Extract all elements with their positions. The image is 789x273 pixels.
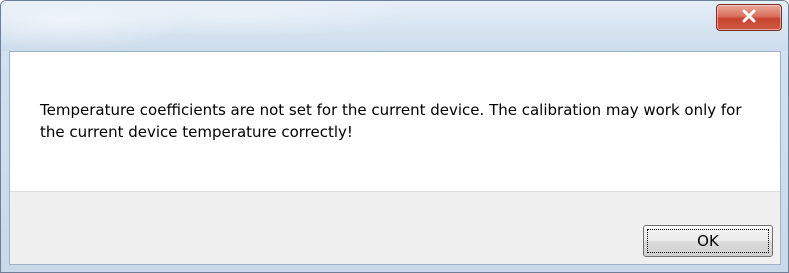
close-button[interactable] [716, 4, 782, 31]
ok-button-label: OK [647, 229, 769, 253]
button-area: OK [10, 191, 780, 264]
close-icon [741, 8, 757, 27]
message-area: Temperature coefficients are not set for… [10, 52, 780, 191]
message-dialog-window: Temperature coefficients are not set for… [0, 0, 789, 273]
dialog-content: Temperature coefficients are not set for… [9, 51, 781, 265]
message-text: Temperature coefficients are not set for… [40, 101, 742, 141]
title-bar [1, 1, 788, 51]
ok-button[interactable]: OK [643, 225, 773, 257]
